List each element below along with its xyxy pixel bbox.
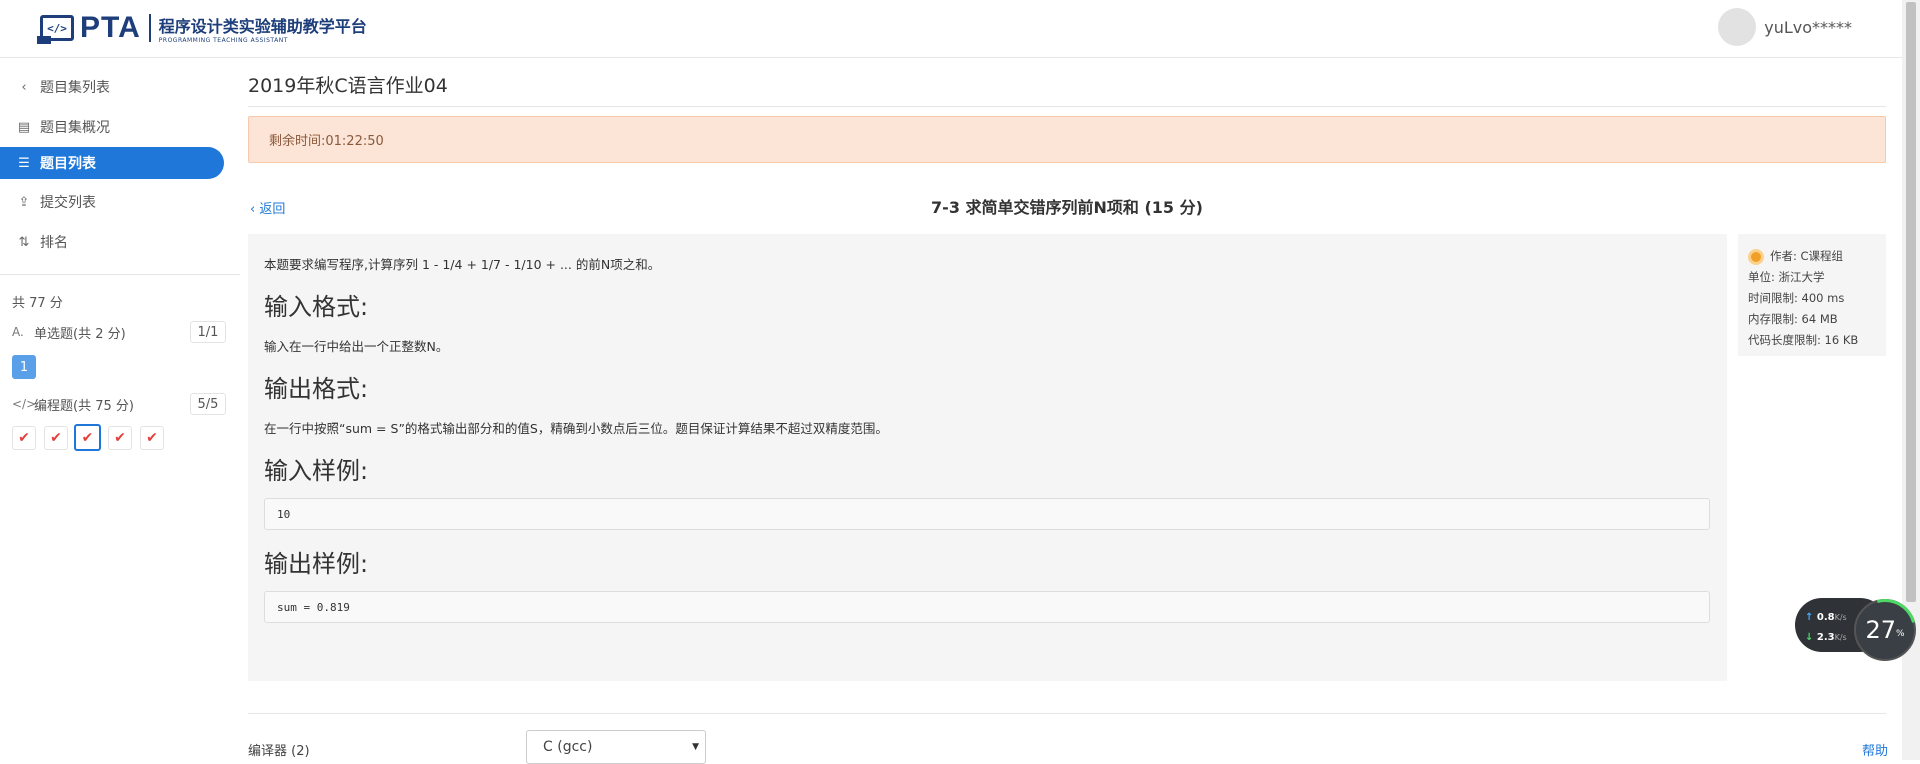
time-limit-text: 时间限制: 400 ms <box>1748 291 1845 305</box>
problem-statement: 本题要求编写程序,计算序列 1 - 1/4 + 1/7 - 1/10 + ...… <box>264 257 661 272</box>
programming-section: </> 编程题(共 75 分) 5/5 <box>12 393 226 415</box>
font-a-icon: A. <box>12 325 24 339</box>
logo-cn-text: 程序设计类实验辅助教学平台 <box>158 16 367 36</box>
problem-status-check[interactable]: ✔ <box>44 426 68 450</box>
output-format-text: 在一行中按照“sum = S”的格式输出部分和的值S，精确到小数点后三位。题目保… <box>264 421 888 436</box>
memory-limit-text: 内存限制: 64 MB <box>1748 312 1838 326</box>
logo-pta-text: PTA <box>80 11 141 44</box>
compiler-select[interactable]: C (gcc) ▼ <box>526 730 706 764</box>
problem-status-check[interactable]: ✔ <box>140 426 164 450</box>
sidebar: ‹ 题目集列表 ▤ 题目集概况 ☰ 题目列表 ⇪ 提交列表 ⇅ 排名 共 77 … <box>0 59 240 760</box>
speed-unit: K/s <box>1834 613 1847 622</box>
programming-label: 编程题(共 75 分) <box>34 398 134 414</box>
sample-output-code: sum = 0.819 <box>264 591 1710 623</box>
download-speed: ↓ 2.3K/s <box>1805 632 1847 643</box>
sample-input-value: 10 <box>277 507 291 521</box>
author-text: 作者: C课程组 <box>1770 249 1844 263</box>
cpu-usage-value: 27 <box>1865 616 1896 644</box>
question-number-1[interactable]: 1 <box>12 355 36 379</box>
chevron-left-icon: ‹ <box>250 202 260 217</box>
code-icon: </> <box>12 397 37 411</box>
sidebar-item-overview[interactable]: ▤ 题目集概况 <box>0 111 224 143</box>
page-title: 2019年秋C语言作业04 <box>248 75 448 97</box>
problem-status-check-current[interactable]: ✔ <box>74 424 101 451</box>
list-icon: ☰ <box>18 155 30 171</box>
percent-sign: % <box>1895 629 1905 639</box>
sidebar-item-label: 排名 <box>40 235 68 251</box>
compiler-selected-value: C (gcc) <box>543 739 593 755</box>
sidebar-item-label: 题目集概况 <box>40 120 110 136</box>
chevron-left-icon: ‹ <box>21 79 27 95</box>
sidebar-item-submissions[interactable]: ⇪ 提交列表 <box>0 186 224 218</box>
pta-logo[interactable]: </> PTA 程序设计类实验辅助教学平台 PROGRAMMING TEACHI… <box>37 11 367 45</box>
author-row: 作者: C课程组 <box>1748 246 1876 267</box>
back-label: 返回 <box>259 202 286 217</box>
logo-separator <box>148 14 151 42</box>
output-format-heading: 输出格式: <box>264 375 369 403</box>
remaining-time-banner: 剩余时间:01:22:50 <box>248 116 1886 163</box>
problem-status-check[interactable]: ✔ <box>12 426 36 450</box>
programming-count: 5/5 <box>190 393 226 415</box>
sidebar-divider <box>0 274 240 275</box>
problem-info-panel: 作者: C课程组 单位: 浙江大学 时间限制: 400 ms 内存限制: 64 … <box>1738 234 1886 356</box>
single-choice-label: 单选题(共 2 分) <box>34 326 126 342</box>
user-menu[interactable]: yuLvo***** <box>1718 8 1852 46</box>
sample-input-heading: 输入样例: <box>264 457 369 485</box>
code-limit-text: 代码长度限制: 16 KB <box>1748 333 1859 347</box>
sidebar-item-problem-sets[interactable]: ‹ 题目集列表 <box>0 71 224 103</box>
upload-speed-value: 0.8 <box>1816 612 1835 623</box>
unit-text: 单位: 浙江大学 <box>1748 270 1825 284</box>
logo-en-text: PROGRAMMING TEACHING ASSISTANT <box>158 36 288 44</box>
sort-icon: ⇅ <box>18 234 30 250</box>
logo-text: 程序设计类实验辅助教学平台 PROGRAMMING TEACHING ASSIS… <box>159 13 367 44</box>
title-divider <box>248 106 1886 107</box>
sidebar-item-ranking[interactable]: ⇅ 排名 <box>0 226 224 258</box>
arrow-down-icon: ↓ <box>1805 632 1814 643</box>
single-choice-section: A. 单选题(共 2 分) 1/1 <box>12 321 226 343</box>
remaining-time-text: 剩余时间:01:22:50 <box>269 134 384 149</box>
compiler-label: 编译器 (2) <box>248 744 310 759</box>
upload-speed: ↑ 0.8K/s <box>1805 612 1847 623</box>
book-icon: ▤ <box>17 119 31 135</box>
arrow-up-icon: ↑ <box>1805 612 1814 623</box>
username[interactable]: yuLvo***** <box>1764 18 1852 37</box>
sidebar-item-label: 题目列表 <box>40 156 96 172</box>
help-link[interactable]: 帮助 <box>1862 740 1888 759</box>
back-link[interactable]: ‹ 返回 <box>250 198 285 217</box>
sidebar-item-label: 题目集列表 <box>40 80 110 96</box>
sidebar-item-label: 提交列表 <box>40 195 96 211</box>
upload-icon: ⇪ <box>18 194 30 210</box>
code-logo-icon: </> <box>37 15 74 44</box>
sample-output-heading: 输出样例: <box>264 550 369 578</box>
avatar[interactable] <box>1718 8 1757 46</box>
sidebar-item-problem-list[interactable]: ☰ 题目列表 <box>0 147 224 179</box>
medal-icon <box>1748 248 1764 265</box>
programming-problem-row: ✔ ✔ ✔ ✔ ✔ <box>12 424 172 451</box>
problem-description: 本题要求编写程序,计算序列 1 - 1/4 + 1/7 - 1/10 + ...… <box>248 234 1727 681</box>
input-format-text: 输入在一行中给出一个正整数N。 <box>264 339 449 354</box>
single-choice-count: 1/1 <box>190 321 226 343</box>
scrollbar-thumb[interactable] <box>1906 2 1916 602</box>
sample-input-code: 10 <box>264 498 1710 530</box>
speed-unit: K/s <box>1834 633 1847 642</box>
download-speed-value: 2.3 <box>1816 632 1835 643</box>
problem-title: 7-3 求简单交错序列前N项和 (15 分) <box>931 198 1203 217</box>
cpu-usage-gauge[interactable]: 27% <box>1854 599 1916 661</box>
caret-down-icon: ▼ <box>692 742 699 752</box>
input-format-heading: 输入格式: <box>264 293 369 321</box>
problem-status-check[interactable]: ✔ <box>108 426 132 450</box>
top-header: </> PTA 程序设计类实验辅助教学平台 PROGRAMMING TEACHI… <box>0 0 1902 58</box>
total-score: 共 77 分 <box>12 296 63 311</box>
sample-output-value: sum = 0.819 <box>277 600 350 614</box>
section-divider <box>248 713 1886 714</box>
